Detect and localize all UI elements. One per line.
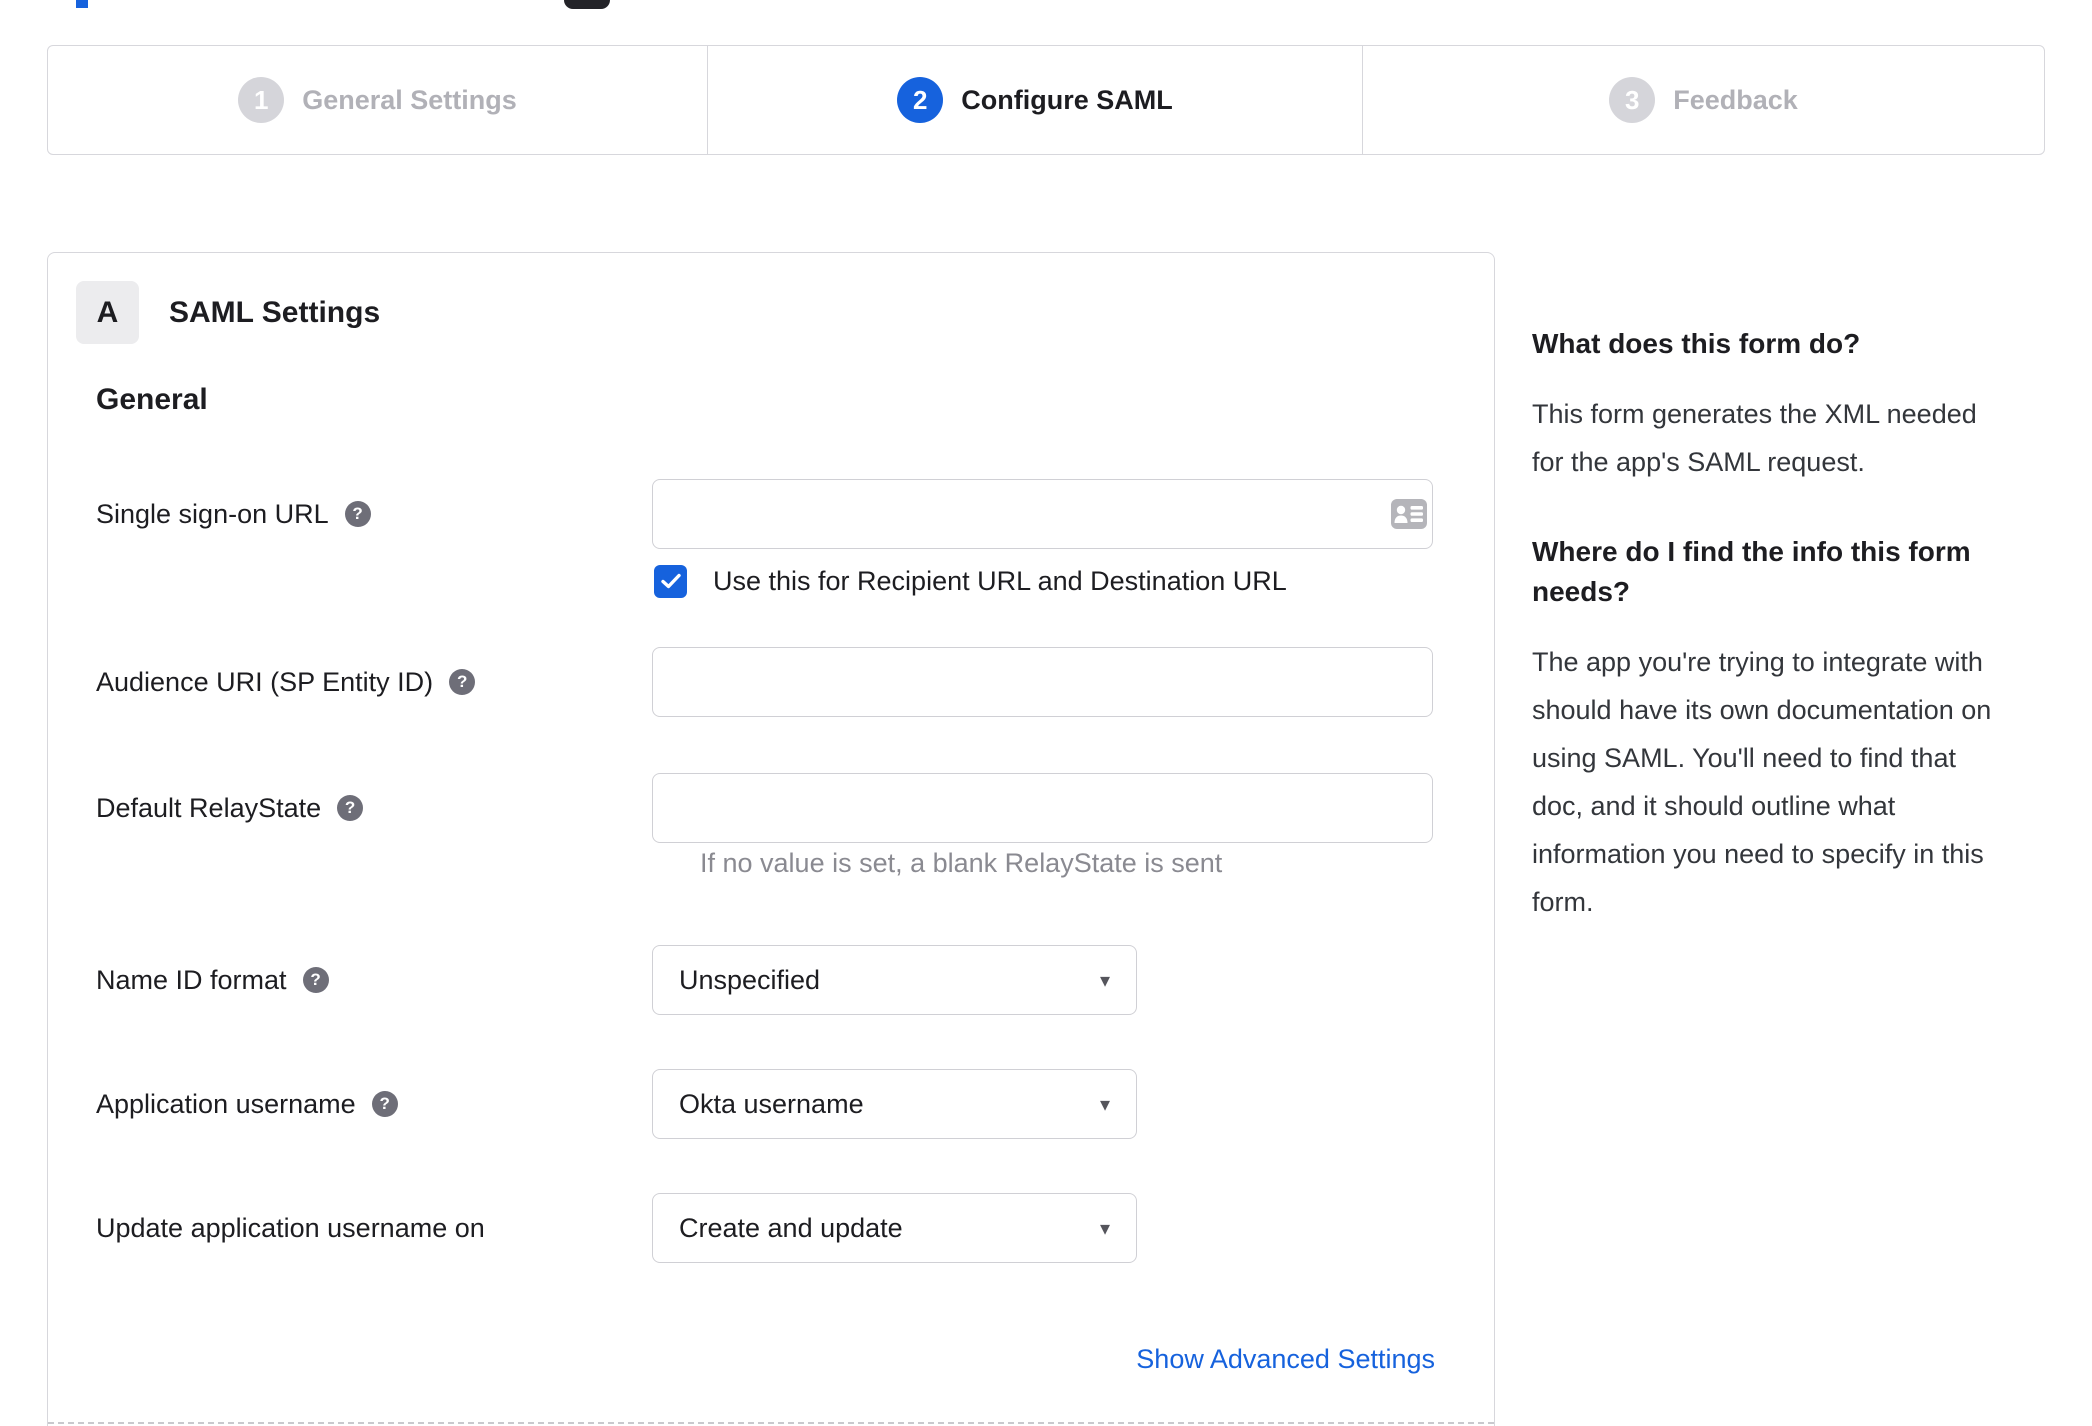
audience-uri-row: Audience URI (SP Entity ID) ? [48, 647, 1494, 717]
recipient-destination-checkbox-label: Use this for Recipient URL and Destinati… [713, 565, 1287, 596]
panel-title: SAML Settings [169, 295, 381, 329]
name-id-format-label: Name ID format ? [96, 965, 329, 996]
relaystate-row: Default RelayState ? [48, 773, 1494, 843]
name-id-field-wrap: Unspecified ▾ [652, 945, 1137, 1015]
update-username-row: Update application username on Create an… [48, 1193, 1494, 1263]
step-1-number-badge: 1 [238, 77, 285, 123]
app-username-row: Application username ? Okta username ▾ [48, 1069, 1494, 1139]
audience-uri-label: Audience URI (SP Entity ID) ? [96, 666, 476, 698]
panel-header: A SAML Settings [76, 281, 380, 344]
relaystate-label: Default RelayState ? [96, 792, 364, 824]
app-username-field-wrap: Okta username ▾ [652, 1069, 1137, 1139]
chevron-down-icon: ▾ [1099, 1093, 1110, 1116]
step-general-settings[interactable]: 1 General Settings [48, 46, 708, 154]
saml-settings-panel: A SAML Settings General Single sign-on U… [47, 252, 1495, 1426]
update-username-label: Update application username on [96, 1213, 485, 1244]
recipient-destination-checkbox[interactable] [654, 564, 687, 598]
sso-url-input[interactable] [652, 479, 1433, 549]
relaystate-help-icon[interactable]: ? [337, 795, 364, 821]
general-section-heading: General [96, 383, 208, 416]
chevron-down-icon: ▾ [1099, 1217, 1110, 1240]
chevron-down-icon: ▾ [1099, 969, 1110, 992]
update-username-field-wrap: Create and update ▾ [652, 1193, 1137, 1263]
audience-uri-field-wrap [652, 647, 1433, 717]
sso-url-row: Single sign-on URL ? [48, 479, 1494, 549]
step-2-number-badge: 2 [897, 77, 944, 123]
step-2-label: Configure SAML [961, 84, 1173, 115]
name-id-help-icon[interactable]: ? [302, 967, 329, 993]
audience-uri-label-text: Audience URI (SP Entity ID) [96, 666, 434, 697]
step-feedback[interactable]: 3 Feedback [1363, 46, 2044, 154]
step-1-label: General Settings [302, 84, 517, 115]
sso-url-label-text: Single sign-on URL [96, 498, 329, 529]
app-username-value: Okta username [679, 1088, 864, 1119]
name-id-format-row: Name ID format ? Unspecified ▾ [48, 945, 1494, 1015]
update-username-select[interactable]: Create and update ▾ [652, 1193, 1137, 1263]
autofill-contact-card-icon[interactable] [1390, 498, 1428, 530]
sso-checkbox-row: Use this for Recipient URL and Destinati… [654, 564, 1287, 598]
help-answer-1: This form generates the XML needed for t… [1532, 399, 1977, 477]
audience-uri-input[interactable] [652, 647, 1433, 717]
sso-url-label: Single sign-on URL ? [96, 499, 371, 530]
wizard-stepper: 1 General Settings 2 Configure SAML 3 Fe… [47, 45, 2045, 155]
app-username-select[interactable]: Okta username ▾ [652, 1069, 1137, 1139]
name-id-format-value: Unspecified [679, 964, 821, 995]
step-configure-saml[interactable]: 2 Configure SAML [708, 46, 1363, 154]
name-id-format-label-text: Name ID format [96, 964, 287, 995]
show-advanced-settings-link[interactable]: Show Advanced Settings [1136, 1344, 1435, 1375]
update-username-value: Create and update [679, 1212, 903, 1243]
help-sidebar: What does this form do? This form genera… [1532, 324, 2092, 926]
help-question-2: Where do I find the info this form needs… [1532, 536, 1971, 607]
cutoff-blue-tab-indicator [76, 0, 88, 8]
relaystate-hint: If no value is set, a blank RelayState i… [700, 848, 1223, 878]
section-a-badge: A [76, 281, 139, 344]
name-id-format-select[interactable]: Unspecified ▾ [652, 945, 1137, 1015]
checkmark-icon [660, 573, 681, 589]
help-question-1: What does this form do? [1532, 328, 1861, 359]
step-3-number-badge: 3 [1609, 77, 1656, 123]
relaystate-label-text: Default RelayState [96, 792, 322, 823]
relaystate-field-wrap [652, 773, 1433, 843]
sso-help-icon[interactable]: ? [344, 501, 371, 527]
audience-help-icon[interactable]: ? [449, 669, 476, 695]
sso-url-field-wrap [652, 479, 1433, 549]
cutoff-dark-header-element [564, 0, 610, 9]
step-3-label: Feedback [1673, 84, 1798, 115]
help-answer-2: The app you're trying to integrate with … [1532, 647, 1992, 917]
section-dashed-divider [48, 1422, 1494, 1424]
update-username-label-text: Update application username on [96, 1212, 485, 1243]
relaystate-input[interactable] [652, 773, 1433, 843]
app-username-label-text: Application username [96, 1088, 356, 1119]
app-username-label: Application username ? [96, 1089, 398, 1120]
app-username-help-icon[interactable]: ? [371, 1091, 398, 1117]
